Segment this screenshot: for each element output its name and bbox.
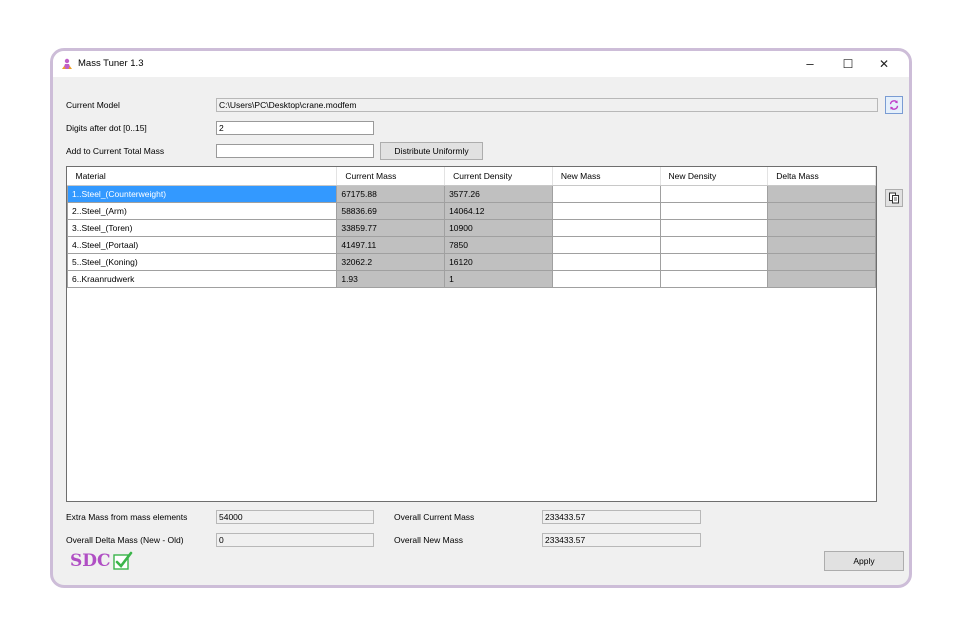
current-density-cell: 10900	[444, 219, 553, 237]
new-mass-cell[interactable]	[551, 253, 661, 271]
material-cell[interactable]: 4..Steel_(Portaal)	[67, 236, 338, 254]
minimize-button[interactable]: –	[793, 51, 827, 77]
app-window: Mass Tuner 1.3 – ☐ ✕ Current Model C:\Us…	[50, 48, 912, 588]
new-density-cell[interactable]	[659, 236, 769, 254]
new-density-cell[interactable]	[659, 253, 769, 271]
current-mass-cell: 1.93	[336, 270, 446, 288]
table-row[interactable]: 1..Steel_(Counterweight) 67175.88 3577.2…	[67, 185, 876, 203]
overall-new-mass-label: Overall New Mass	[394, 535, 463, 545]
add-mass-input[interactable]	[216, 144, 374, 158]
delta-mass-cell	[767, 236, 876, 254]
add-mass-label: Add to Current Total Mass	[66, 146, 165, 156]
overall-new-mass-field: 233433.57	[542, 533, 701, 547]
current-mass-cell: 67175.88	[336, 185, 446, 203]
table-row[interactable]: 2..Steel_(Arm) 58836.69 14064.12	[67, 202, 876, 220]
new-density-cell[interactable]	[659, 270, 769, 288]
material-cell[interactable]: 2..Steel_(Arm)	[67, 202, 338, 220]
title-bar: Mass Tuner 1.3 – ☐ ✕	[53, 51, 909, 77]
delta-mass-cell	[767, 253, 876, 271]
table-row[interactable]: 4..Steel_(Portaal) 41497.11 7850	[67, 236, 876, 254]
current-model-label: Current Model	[66, 100, 120, 110]
materials-table[interactable]: Material Current Mass Current Density Ne…	[66, 166, 877, 502]
new-mass-cell[interactable]	[551, 270, 661, 288]
material-cell[interactable]: 5..Steel_(Koning)	[67, 253, 338, 271]
delta-mass-cell	[767, 270, 876, 288]
extra-mass-field: 54000	[216, 510, 374, 524]
current-model-field[interactable]: C:\Users\PC\Desktop\crane.modfem	[216, 98, 878, 112]
checkmark-icon	[112, 551, 132, 570]
current-density-cell: 3577.26	[444, 185, 553, 203]
table-header-row: Material Current Mass Current Density Ne…	[67, 167, 876, 186]
material-cell[interactable]: 3..Steel_(Toren)	[67, 219, 338, 237]
current-density-cell: 14064.12	[444, 202, 553, 220]
refresh-button[interactable]	[885, 96, 903, 114]
apply-button[interactable]: Apply	[824, 551, 904, 571]
new-mass-cell[interactable]	[551, 219, 661, 237]
materials-table-body: Material Current Mass Current Density Ne…	[67, 167, 876, 288]
refresh-icon	[889, 100, 899, 110]
material-cell[interactable]: 1..Steel_(Counterweight)	[67, 185, 338, 203]
current-density-cell: 1	[444, 270, 553, 288]
current-mass-cell: 33859.77	[336, 219, 446, 237]
sdc-logo: SDC	[70, 549, 133, 573]
current-mass-cell: 58836.69	[336, 202, 446, 220]
logo-text: SDC	[70, 551, 111, 571]
extra-mass-label: Extra Mass from mass elements	[66, 512, 188, 522]
overall-current-mass-field: 233433.57	[542, 510, 701, 524]
maximize-button[interactable]: ☐	[831, 51, 865, 77]
new-mass-cell[interactable]	[551, 202, 661, 220]
new-mass-cell[interactable]	[551, 185, 661, 203]
column-header-material[interactable]: Material	[67, 167, 338, 186]
overall-current-mass-label: Overall Current Mass	[394, 512, 475, 522]
copy-icon	[889, 192, 899, 204]
column-header-new-density[interactable]: New Density	[660, 167, 769, 186]
digits-input[interactable]: 2	[216, 121, 374, 135]
delta-mass-field: 0	[216, 533, 374, 547]
delta-mass-label: Overall Delta Mass (New - Old)	[66, 535, 184, 545]
window-title: Mass Tuner 1.3	[78, 58, 144, 69]
distribute-uniformly-button[interactable]: Distribute Uniformly	[380, 142, 483, 160]
column-header-new-mass[interactable]: New Mass	[552, 167, 661, 186]
material-cell[interactable]: 6..Kraanrudwerk	[67, 270, 338, 288]
column-header-current-density[interactable]: Current Density	[444, 167, 553, 186]
person-icon	[62, 58, 72, 69]
new-mass-cell[interactable]	[551, 236, 661, 254]
delta-mass-cell	[767, 202, 876, 220]
current-mass-cell: 32062.2	[336, 253, 446, 271]
table-row[interactable]: 6..Kraanrudwerk 1.93 1	[67, 270, 876, 288]
digits-label: Digits after dot [0..15]	[66, 123, 147, 133]
delta-mass-cell	[767, 185, 876, 203]
new-density-cell[interactable]	[659, 185, 769, 203]
new-density-cell[interactable]	[659, 202, 769, 220]
current-density-cell: 16120	[444, 253, 553, 271]
copy-button[interactable]	[885, 189, 903, 207]
column-header-delta-mass[interactable]: Delta Mass	[767, 167, 876, 186]
table-row[interactable]: 3..Steel_(Toren) 33859.77 10900	[67, 219, 876, 237]
current-density-cell: 7850	[444, 236, 553, 254]
column-header-current-mass[interactable]: Current Mass	[336, 167, 446, 186]
current-mass-cell: 41497.11	[336, 236, 446, 254]
table-row[interactable]: 5..Steel_(Koning) 32062.2 16120	[67, 253, 876, 271]
delta-mass-cell	[767, 219, 876, 237]
new-density-cell[interactable]	[659, 219, 769, 237]
close-button[interactable]: ✕	[867, 51, 901, 77]
